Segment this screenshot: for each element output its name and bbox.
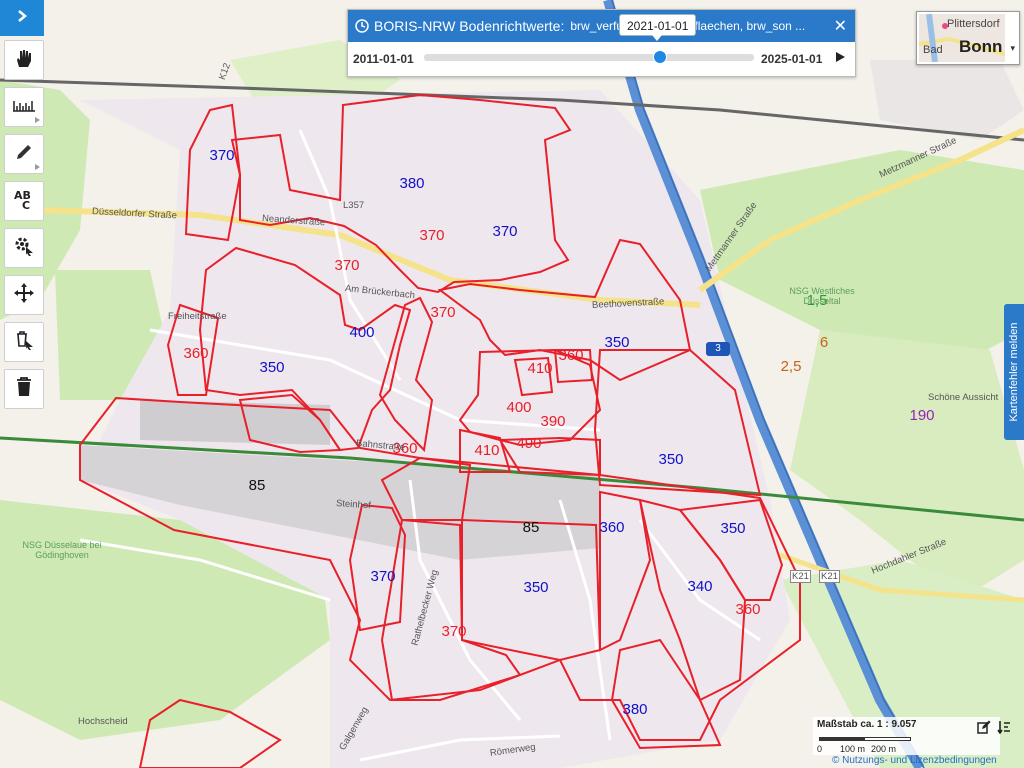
zone-value-label[interactable]: 190 xyxy=(909,408,934,424)
zone-value-label[interactable]: 370 xyxy=(430,305,455,321)
scale-bar xyxy=(819,737,911,741)
zone-value-label[interactable]: 370 xyxy=(370,569,395,585)
zone-value-label[interactable]: 370 xyxy=(419,228,444,244)
zone-value-label[interactable]: 360 xyxy=(558,348,583,364)
basemap-switcher[interactable]: Plittersdorf Bad Bonn ▾ xyxy=(916,11,1020,65)
sort-list-icon[interactable] xyxy=(997,720,1011,739)
zone-value-label[interactable]: 360 xyxy=(599,520,624,536)
place-label: NSG Düsselaue bei Gödinghoven xyxy=(22,540,102,560)
play-icon[interactable] xyxy=(836,52,845,62)
report-map-error-button[interactable]: Kartenfehler melden xyxy=(1004,304,1024,440)
zone-value-label[interactable]: 490 xyxy=(516,436,541,452)
road-ref-label: L357 xyxy=(343,200,365,211)
zone-value-label[interactable]: 370 xyxy=(441,624,466,640)
settings-tool-button[interactable] xyxy=(4,228,44,268)
measure-ruler-icon xyxy=(12,97,36,118)
spellcheck-tool-button[interactable]: AB C xyxy=(4,181,44,221)
move-tool-button[interactable] xyxy=(4,275,44,315)
layer-panel-subtitle: brw_verfue... sonstige_flaechen, brw_son… xyxy=(570,19,806,33)
move-feature-icon xyxy=(13,282,35,309)
zone-value-label[interactable]: 380 xyxy=(399,176,424,192)
terms-of-use-link[interactable]: © Nutzungs- und Lizenzbedingungen xyxy=(832,755,997,766)
close-panel-button[interactable]: ✕ xyxy=(834,16,847,36)
current-date-tooltip: 2021-01-01 xyxy=(619,14,697,41)
basemap-layer xyxy=(0,0,1024,768)
time-slider-track[interactable] xyxy=(424,54,754,61)
time-slider-start-label: 2011-01-01 xyxy=(353,52,414,66)
zone-value-label[interactable]: 350 xyxy=(523,580,548,596)
map-canvas[interactable]: 370 380 370 370 370 370 400 360 350 350 … xyxy=(0,0,1024,768)
place-label: NSG Westliches Düsseltal xyxy=(789,286,855,306)
zone-value-label[interactable]: 350 xyxy=(658,452,683,468)
svg-text:C: C xyxy=(22,199,30,210)
zone-value-label[interactable]: 85 xyxy=(523,520,540,536)
delete-all-tool-button[interactable] xyxy=(4,369,44,409)
layer-time-panel: BORIS-NRW Bodenrichtwerte: brw_verfue...… xyxy=(347,9,856,77)
road-ref-label: K21 xyxy=(790,570,811,583)
report-map-error-label: Kartenfehler melden xyxy=(1008,322,1020,422)
industrial-area xyxy=(140,400,330,445)
pan-hand-icon xyxy=(13,47,35,74)
scale-title: Maßstab ca. 1 : 9.057 xyxy=(817,719,917,730)
spellcheck-abc-icon: AB C xyxy=(12,188,36,215)
clock-icon xyxy=(355,19,369,38)
zone-value-label[interactable]: 85 xyxy=(249,478,266,494)
layer-panel-header: BORIS-NRW Bodenrichtwerte: brw_verfue...… xyxy=(348,10,855,42)
zone-value-label[interactable]: 350 xyxy=(604,335,629,351)
delete-select-tool-button[interactable] xyxy=(4,322,44,362)
street-label: Freiheitstraße xyxy=(168,311,227,322)
trash-icon xyxy=(15,376,33,403)
basemap-place-label: Plittersdorf xyxy=(947,18,1000,30)
zone-value-label[interactable]: 400 xyxy=(506,400,531,416)
zone-value-label[interactable]: 370 xyxy=(334,258,359,274)
zone-value-label[interactable]: 360 xyxy=(183,346,208,362)
scale-tick-label: 0 xyxy=(817,744,823,754)
delete-select-icon xyxy=(13,329,35,356)
zone-value-label[interactable]: 390 xyxy=(540,414,565,430)
highway-shield-icon: 3 xyxy=(706,342,730,356)
scale-indicator: Maßstab ca. 1 : 9.057 0 100 m 200 m xyxy=(813,717,1000,755)
layer-panel-title: BORIS-NRW Bodenrichtwerte: xyxy=(374,18,565,34)
settings-cursor-icon xyxy=(13,235,35,262)
basemap-city-label: Bonn xyxy=(959,37,1003,56)
scale-tick-label: 200 m xyxy=(871,744,897,754)
zone-value-label[interactable]: 400 xyxy=(349,325,374,341)
measure-tool-button[interactable] xyxy=(4,87,44,127)
zone-value-label[interactable]: 350 xyxy=(720,521,745,537)
zone-value-label[interactable]: 370 xyxy=(492,224,517,240)
zone-value-label[interactable]: 2,5 xyxy=(781,359,802,375)
toggle-toolbar-button[interactable] xyxy=(0,0,44,36)
submenu-indicator-icon xyxy=(35,164,40,170)
zone-value-label[interactable]: 6 xyxy=(820,335,828,351)
zone-value-label[interactable]: 410 xyxy=(527,361,552,377)
zone-value-label[interactable]: 370 xyxy=(209,148,234,164)
time-slider-end-label: 2025-01-01 xyxy=(761,52,823,66)
pan-tool-button[interactable] xyxy=(4,40,44,80)
zone-value-label[interactable]: 350 xyxy=(259,360,284,376)
submenu-indicator-icon xyxy=(35,117,40,123)
chevron-right-icon xyxy=(16,9,28,28)
scale-tick-label: 100 m xyxy=(840,744,866,754)
zone-value-label[interactable]: 410 xyxy=(474,443,499,459)
edit-icon[interactable] xyxy=(977,720,991,739)
time-slider-handle[interactable] xyxy=(652,50,667,64)
chevron-down-icon: ▾ xyxy=(1010,43,1015,53)
draw-tool-button[interactable] xyxy=(4,134,44,174)
basemap-place-label: Bad xyxy=(923,44,943,56)
draw-pencil-icon xyxy=(14,142,34,167)
zone-value-label[interactable]: 380 xyxy=(622,702,647,718)
street-label: Schöne Aussicht xyxy=(928,392,999,403)
road-ref-label: K21 xyxy=(819,570,840,583)
map-toolbar: AB C xyxy=(4,40,44,416)
zone-value-label[interactable]: 360 xyxy=(735,602,760,618)
street-label: Steinhof xyxy=(335,498,372,512)
street-label: Hochscheid xyxy=(78,716,128,727)
zone-value-label[interactable]: 340 xyxy=(687,579,712,595)
